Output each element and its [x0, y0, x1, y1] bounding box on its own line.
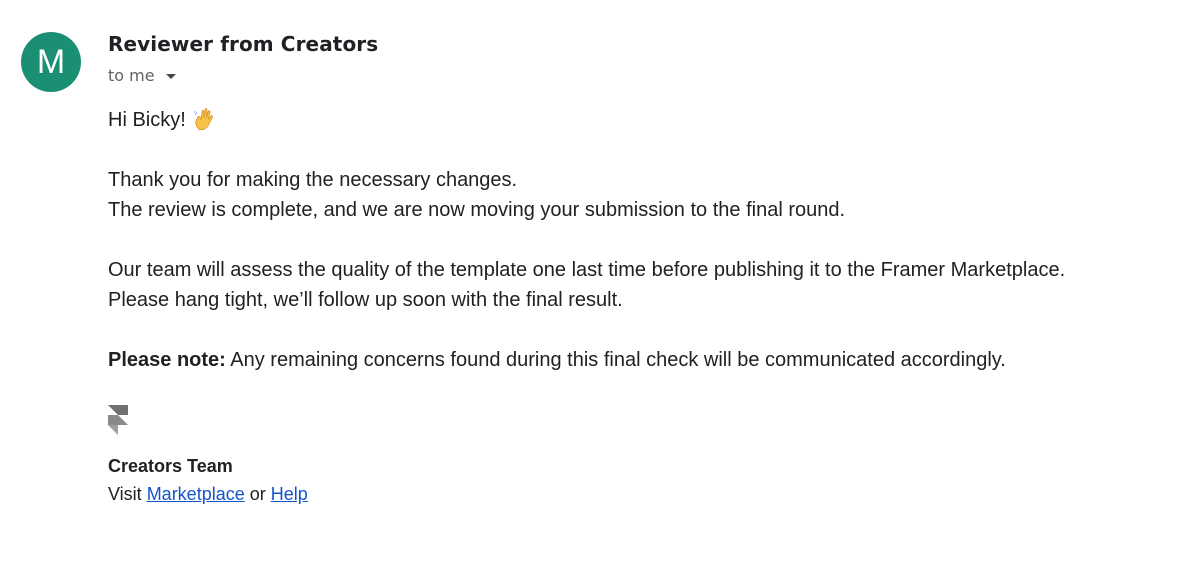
- paragraph-line: Please hang tight, we’ll follow up soon …: [108, 289, 623, 311]
- note-text: Any remaining concerns found during this…: [225, 349, 1006, 371]
- greeting-text: Hi Bicky!: [108, 109, 186, 131]
- visit-prefix: Visit: [108, 484, 147, 504]
- recipient-details-toggle[interactable]: to me: [108, 66, 176, 85]
- signature-links: Visit Marketplace or Help: [108, 480, 308, 508]
- link-connector: or: [244, 484, 271, 504]
- waving-hand-icon: [193, 108, 213, 131]
- help-link[interactable]: Help: [271, 484, 308, 504]
- avatar[interactable]: M: [21, 32, 81, 92]
- chevron-down-icon[interactable]: [165, 74, 176, 79]
- recipient-label: to me: [108, 66, 155, 85]
- greeting: Hi Bicky!: [108, 105, 1188, 135]
- paragraph-line: Thank you for making the necessary chang…: [108, 169, 518, 191]
- paragraph-line: The review is complete, and we are now m…: [108, 199, 846, 221]
- paragraph-line: Our team will assess the quality of the …: [108, 259, 1066, 281]
- signature-team-name: Creators Team: [108, 456, 233, 476]
- signature: Creators Team Visit Marketplace or Help: [108, 452, 308, 508]
- marketplace-link[interactable]: Marketplace: [147, 484, 245, 504]
- note-label: Please note:: [108, 349, 226, 371]
- framer-logo-icon: [108, 405, 128, 435]
- sender-name[interactable]: Reviewer from Creators: [108, 32, 378, 56]
- note: Please note: Any remaining concerns foun…: [108, 345, 1188, 375]
- message-body: Hi Bicky! Thank you for making the neces…: [108, 105, 1188, 375]
